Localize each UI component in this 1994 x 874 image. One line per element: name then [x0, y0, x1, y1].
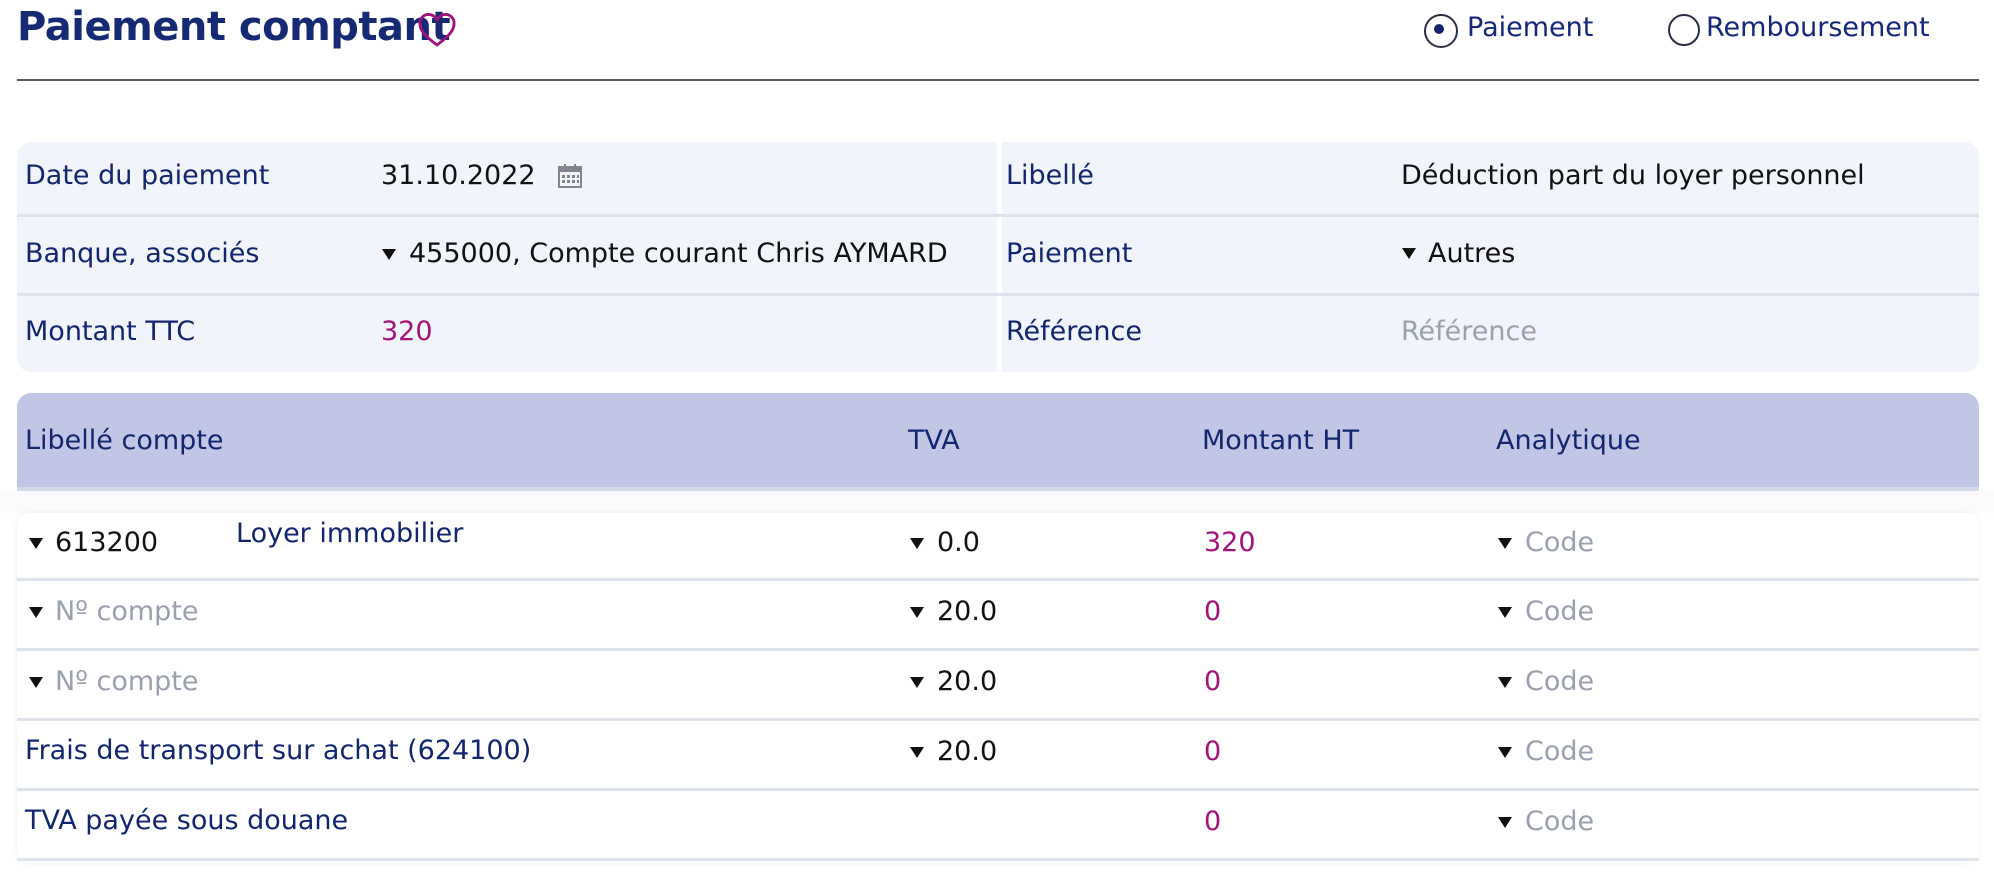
amount-ht-input[interactable]: 0 [1204, 666, 1221, 697]
payment-type-dropdown-icon[interactable] [1402, 248, 1416, 259]
account-name: Loyer immobilier [236, 518, 464, 549]
payment-type-label: Paiement [1006, 238, 1133, 269]
analytic-code-select[interactable]: Code [1525, 666, 1594, 697]
reference-input[interactable]: Référence [1401, 316, 1537, 347]
table-row: Nº compte 20.0 0 Code [17, 651, 1979, 718]
tva-dropdown-icon[interactable] [910, 538, 924, 549]
amount-ttc-input[interactable]: 320 [381, 316, 433, 347]
form-column-separator [997, 142, 1002, 372]
analytic-dropdown-icon[interactable] [1498, 677, 1512, 688]
radio-paiement-label: Paiement [1467, 12, 1594, 43]
account-dropdown-icon[interactable] [29, 607, 43, 618]
amount-ht-input[interactable]: 0 [1204, 736, 1221, 767]
payment-type-select[interactable]: Autres [1428, 238, 1515, 269]
row-divider [17, 858, 1979, 861]
tva-select[interactable]: 20.0 [937, 596, 997, 627]
form-row-divider [17, 214, 1979, 217]
analytic-dropdown-icon[interactable] [1498, 607, 1512, 618]
analytic-dropdown-icon[interactable] [1498, 817, 1512, 828]
reference-label: Référence [1006, 316, 1142, 347]
radio-paiement-button[interactable] [1424, 14, 1458, 48]
bank-label: Banque, associés [25, 238, 260, 269]
amount-ht-input[interactable]: 320 [1204, 527, 1256, 558]
table-row: 613200 Loyer immobilier 0.0 320 Code [17, 513, 1979, 578]
analytic-code-select[interactable]: Code [1525, 736, 1594, 767]
account-dropdown-icon[interactable] [29, 538, 43, 549]
radio-remboursement-label: Remboursement [1706, 12, 1930, 43]
tva-select[interactable]: 20.0 [937, 736, 997, 767]
header-divider [17, 79, 1979, 81]
libelle-label: Libellé [1006, 160, 1094, 191]
table-header [17, 393, 1979, 489]
account-number-select[interactable]: Nº compte [55, 666, 199, 697]
page-title: Paiement comptant [17, 4, 451, 50]
amount-ttc-label: Montant TTC [25, 316, 196, 347]
tva-dropdown-icon[interactable] [910, 677, 924, 688]
column-header-analytique: Analytique [1496, 425, 1641, 456]
libelle-input[interactable]: Déduction part du loyer personnel [1401, 160, 1865, 191]
radio-paiement[interactable]: Paiement [1424, 12, 1604, 48]
analytic-dropdown-icon[interactable] [1498, 538, 1512, 549]
analytic-code-select[interactable]: Code [1525, 596, 1594, 627]
radio-remboursement[interactable]: Remboursement [1668, 12, 1938, 48]
account-number-select[interactable]: Nº compte [55, 596, 199, 627]
heart-icon[interactable] [418, 12, 456, 48]
tva-select[interactable]: 20.0 [937, 666, 997, 697]
table-row: Nº compte 20.0 0 Code [17, 581, 1979, 648]
tva-dropdown-icon[interactable] [910, 607, 924, 618]
column-header-account: Libellé compte [25, 425, 224, 456]
bank-select[interactable]: 455000, Compte courant Chris AYMARD [409, 238, 948, 269]
tva-dropdown-icon[interactable] [910, 747, 924, 758]
table-row: TVA payée sous douane 0 Code [17, 791, 1979, 858]
amount-ht-input[interactable]: 0 [1204, 806, 1221, 837]
analytic-code-select[interactable]: Code [1525, 806, 1594, 837]
column-header-amount-ht: Montant HT [1202, 425, 1360, 456]
account-label: Frais de transport sur achat (624100) [25, 735, 532, 766]
bank-dropdown-icon[interactable] [382, 249, 396, 260]
radio-remboursement-button[interactable] [1668, 14, 1700, 46]
table-gap [0, 491, 1994, 513]
column-header-tva: TVA [908, 425, 960, 456]
account-number-select[interactable]: 613200 [55, 527, 158, 558]
tva-select[interactable]: 0.0 [937, 527, 980, 558]
account-label: TVA payée sous douane [25, 805, 349, 836]
calendar-icon[interactable] [557, 163, 583, 189]
analytic-code-select[interactable]: Code [1525, 527, 1594, 558]
form-row-divider [17, 293, 1979, 296]
date-field[interactable]: 31.10.2022 [381, 160, 536, 191]
analytic-dropdown-icon[interactable] [1498, 747, 1512, 758]
date-label: Date du paiement [25, 160, 270, 191]
amount-ht-input[interactable]: 0 [1204, 596, 1221, 627]
table-row: Frais de transport sur achat (624100) 20… [17, 721, 1979, 788]
account-dropdown-icon[interactable] [29, 677, 43, 688]
